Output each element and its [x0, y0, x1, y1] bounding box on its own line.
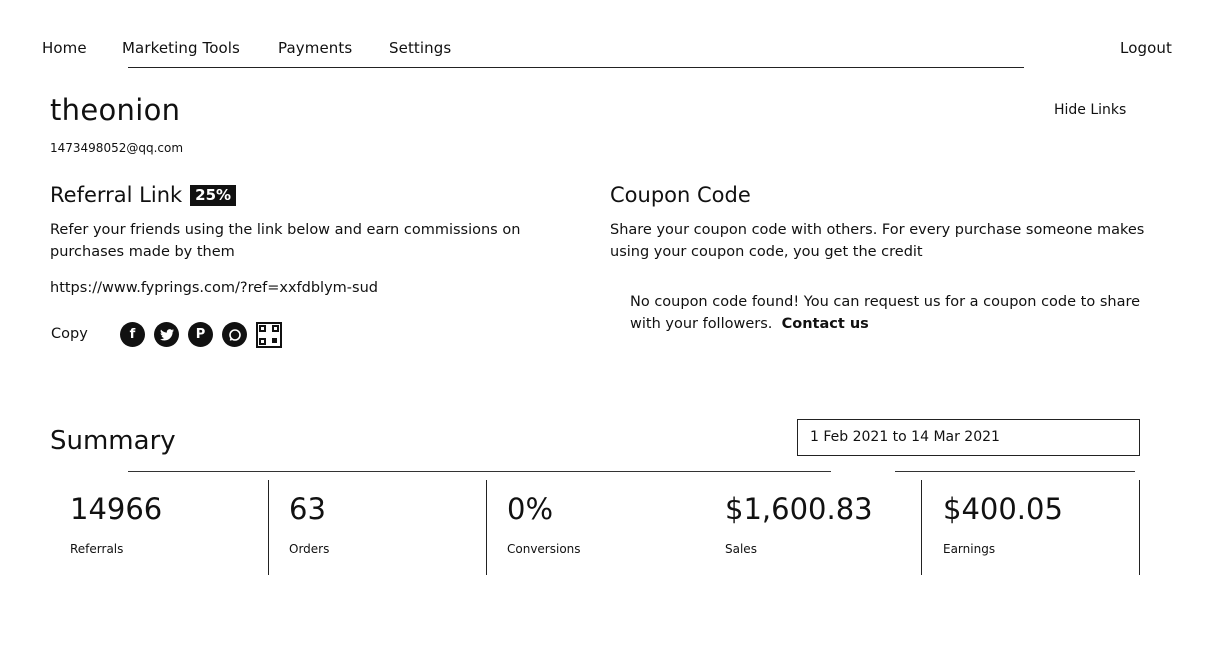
nav-payments[interactable]: Payments [278, 39, 352, 57]
stat-label: Sales [725, 542, 757, 556]
pinterest-icon[interactable]: P [188, 322, 213, 347]
stat-sales: $1,600.83 Sales [705, 480, 923, 575]
stat-divider [1139, 480, 1140, 575]
referral-section-title: Referral Link 25% [50, 183, 237, 207]
stat-divider [921, 480, 922, 575]
stat-label: Referrals [70, 542, 124, 556]
username: theonion [50, 93, 181, 127]
no-coupon-text: No coupon code found! You can request us… [630, 294, 1141, 332]
qr-code-icon[interactable] [256, 322, 282, 348]
stat-value: 14966 [70, 492, 163, 526]
twitter-icon[interactable] [154, 322, 179, 347]
user-email: 1473498052@qq.com [50, 141, 184, 155]
contact-us-link[interactable]: Contact us [782, 316, 869, 332]
copy-button[interactable]: Copy [51, 326, 88, 342]
summary-divider [128, 471, 831, 472]
facebook-icon[interactable]: f [120, 322, 145, 347]
stat-value: $400.05 [943, 492, 1063, 526]
stat-value: $1,600.83 [725, 492, 873, 526]
commission-badge: 25% [190, 185, 237, 206]
stat-orders: 63 Orders [269, 480, 487, 575]
nav-divider [128, 67, 1024, 68]
referral-description: Refer your friends using the link below … [50, 222, 521, 260]
nav-settings[interactable]: Settings [389, 39, 451, 57]
referral-title: Referral Link [50, 183, 183, 207]
logout-link[interactable]: Logout [1120, 39, 1172, 57]
summary-stats: 14966 Referrals 63 Orders 0% Conversions… [50, 480, 1140, 575]
share-icons: f P [120, 322, 282, 348]
stat-label: Orders [289, 542, 330, 556]
stat-referrals: 14966 Referrals [50, 480, 268, 575]
stat-label: Earnings [943, 542, 996, 556]
coupon-description: Share your coupon code with others. For … [610, 222, 1145, 260]
date-range-picker[interactable]: 1 Feb 2021 to 14 Mar 2021 [797, 419, 1140, 456]
referral-link[interactable]: https://www.fyprings.com/?ref=xxfdblym-s… [50, 280, 378, 296]
hide-links-button[interactable]: Hide Links [1054, 102, 1126, 118]
affiliate-dashboard: Home Marketing Tools Payments Settings L… [0, 0, 1215, 657]
stat-earnings: $400.05 Earnings [923, 480, 1140, 575]
coupon-section-title: Coupon Code [610, 183, 751, 207]
nav-marketing-tools[interactable]: Marketing Tools [122, 39, 240, 57]
stat-conversions: 0% Conversions [487, 480, 705, 575]
stat-label: Conversions [507, 542, 581, 556]
top-nav: Home Marketing Tools Payments Settings L… [42, 39, 1172, 61]
stat-value: 0% [507, 492, 554, 526]
summary-title: Summary [50, 426, 176, 456]
nav-home[interactable]: Home [42, 39, 87, 57]
stat-value: 63 [289, 492, 326, 526]
summary-divider-right [895, 471, 1135, 472]
no-coupon-message: No coupon code found! You can request us… [630, 291, 1150, 335]
whatsapp-icon[interactable] [222, 322, 247, 347]
